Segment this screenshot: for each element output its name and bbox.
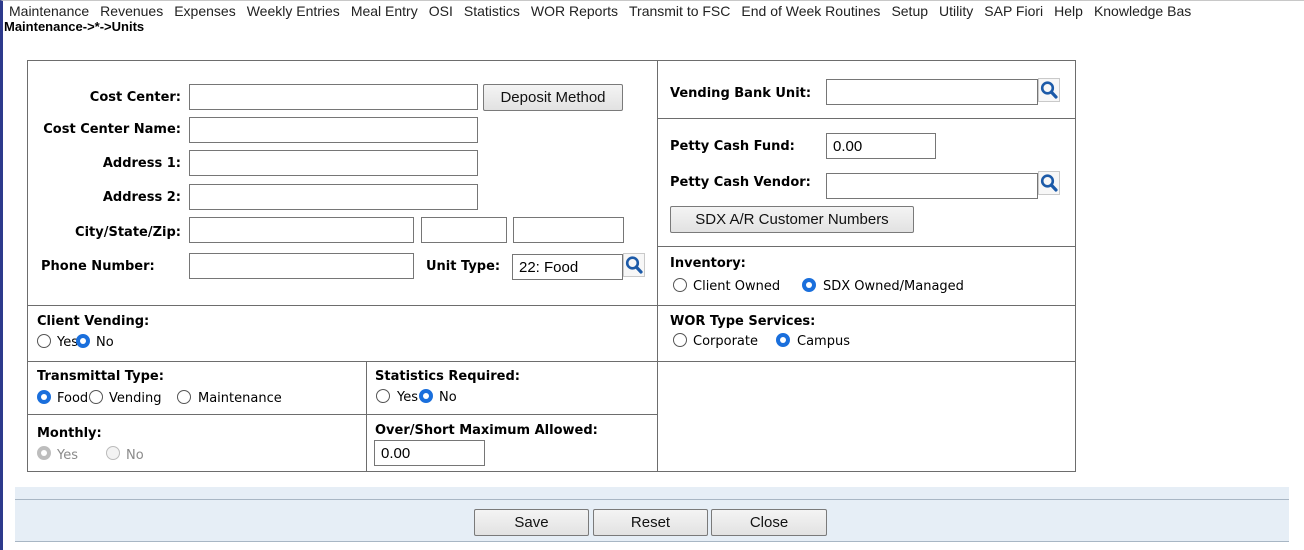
menu-item-weekly-entries[interactable]: Weekly Entries [241,1,345,19]
over-short-input[interactable] [374,440,485,466]
petty-cash-vendor-search-icon[interactable] [1038,171,1060,195]
monthly-no-label: No [126,448,144,463]
divider [27,305,1076,306]
petty-cash-vendor-label: Petty Cash Vendor: [670,175,811,190]
menu-item-meal-entry[interactable]: Meal Entry [345,1,423,19]
monthly-yes-label: Yes [57,448,78,463]
petty-cash-vendor-input[interactable] [826,173,1038,199]
petty-cash-fund-label: Petty Cash Fund: [670,139,795,154]
transmittal-food-radio[interactable] [37,390,51,404]
monthly-no-radio [106,446,120,460]
address1-label: Address 1: [102,156,181,171]
menu-item-end-of-week-routines[interactable]: End of Week Routines [735,1,885,19]
cost-center-input[interactable] [189,84,478,110]
menu-item-revenues[interactable]: Revenues [94,1,168,19]
zip-input[interactable] [513,217,624,243]
transmittal-maintenance-radio[interactable] [177,390,191,404]
cost-center-name-label: Cost Center Name: [43,122,181,137]
client-vending-yes-label: Yes [57,335,78,350]
menu-item-statistics[interactable]: Statistics [458,1,525,19]
wor-campus-label: Campus [797,334,850,349]
inventory-client-owned-radio[interactable] [673,278,687,292]
sdx-ar-customer-numbers-button[interactable]: SDX A/R Customer Numbers [670,206,914,233]
monthly-yes-radio [37,446,51,460]
menu-item-utility[interactable]: Utility [933,1,978,19]
menu-item-expenses[interactable]: Expenses [168,1,240,19]
menu-item-osi[interactable]: OSI [423,1,458,19]
transmittal-maintenance-label: Maintenance [198,391,282,406]
divider [15,499,1289,500]
address2-input[interactable] [189,184,478,210]
vending-bank-search-icon[interactable] [1038,78,1060,102]
menu-item-knowledge-base[interactable]: Knowledge Bas [1088,1,1196,19]
client-vending-no-radio[interactable] [76,334,90,348]
menu-item-wor-reports[interactable]: WOR Reports [525,1,623,19]
unit-type-input[interactable] [512,254,623,280]
transmittal-vending-label: Vending [109,391,162,406]
statistics-no-radio[interactable] [419,389,433,403]
breadcrumb: Maintenance->*->Units [4,19,145,34]
menu-item-help[interactable]: Help [1048,1,1088,19]
wor-campus-radio[interactable] [776,333,790,347]
inventory-label: Inventory: [670,256,746,271]
statistics-yes-radio[interactable] [376,389,390,403]
divider [27,361,1076,362]
phone-number-input[interactable] [189,253,414,279]
transmittal-vending-radio[interactable] [89,390,103,404]
over-short-label: Over/Short Maximum Allowed: [375,423,598,438]
menu-item-sap-fiori[interactable]: SAP Fiori [978,1,1048,19]
vending-bank-unit-label: Vending Bank Unit: [670,86,812,101]
client-vending-yes-radio[interactable] [37,334,51,348]
statistics-yes-label: Yes [397,390,418,405]
divider [657,246,1076,247]
transmittal-type-label: Transmittal Type: [37,369,164,384]
client-vending-no-label: No [96,335,114,350]
wor-corporate-radio[interactable] [673,333,687,347]
city-state-zip-label: City/State/Zip: [75,225,181,240]
inventory-client-owned-label: Client Owned [693,279,781,294]
divider [15,541,1289,542]
address1-input[interactable] [189,150,478,176]
close-button[interactable]: Close [711,509,827,536]
divider [657,118,1076,119]
petty-cash-fund-input[interactable] [826,133,936,159]
cost-center-name-input[interactable] [189,117,478,143]
wor-corporate-label: Corporate [693,334,758,349]
menu-item-transmit-to-fsc[interactable]: Transmit to FSC [623,1,735,19]
reset-button[interactable]: Reset [593,509,708,536]
unit-type-search-icon[interactable] [623,253,645,277]
divider [657,60,658,472]
transmittal-food-label: Food [57,391,89,406]
statistics-required-label: Statistics Required: [375,369,520,384]
divider [27,414,658,415]
client-vending-label: Client Vending: [37,314,150,329]
deposit-method-button[interactable]: Deposit Method [483,84,623,111]
vending-bank-unit-input[interactable] [826,79,1038,105]
phone-number-label: Phone Number: [41,259,155,274]
statistics-no-label: No [439,390,457,405]
city-input[interactable] [189,217,414,243]
save-button[interactable]: Save [474,509,589,536]
unit-type-label: Unit Type: [426,259,501,274]
divider [366,361,367,472]
menu-item-maintenance[interactable]: Maintenance [3,1,94,19]
monthly-label: Monthly: [37,426,102,441]
state-input[interactable] [421,217,507,243]
cost-center-label: Cost Center: [89,90,181,105]
address2-label: Address 2: [102,190,181,205]
wor-type-services-label: WOR Type Services: [670,314,816,329]
inventory-sdx-owned-radio[interactable] [802,278,816,292]
menu-item-setup[interactable]: Setup [885,1,933,19]
menu-bar: Maintenance Revenues Expenses Weekly Entrie… [3,1,1304,21]
inventory-sdx-owned-label: SDX Owned/Managed [823,279,964,294]
